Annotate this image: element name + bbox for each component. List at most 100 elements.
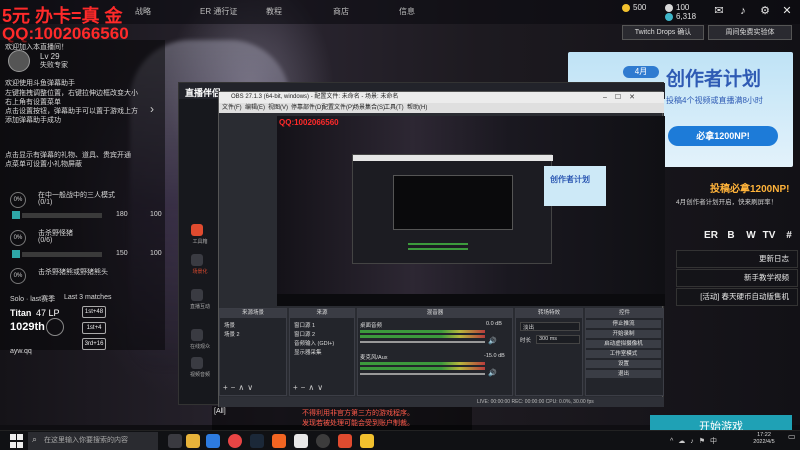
obs-icon[interactable] [316, 434, 330, 448]
obs-titlebar: OBS 27.1.3 (64-bit, windows) - 配置文件: 未命名… [219, 92, 664, 103]
helper-side-item[interactable]: 在线观众 [183, 343, 217, 350]
reward-row: 180 100 [12, 211, 162, 220]
task-row: 0% 击杀野怪猪 (0/6) [10, 226, 160, 250]
tutorial-video-button[interactable]: 新手教学视频 [676, 269, 798, 287]
scene-icon[interactable] [191, 254, 203, 266]
menu-help[interactable]: 帮助(H) [407, 103, 427, 113]
helper-side-item[interactable]: 视频音频 [183, 371, 217, 378]
promo-subtitle: 投稿4个视频或直播满8小时 [666, 96, 763, 105]
game-icon[interactable] [360, 434, 374, 448]
audience-icon[interactable] [191, 329, 203, 341]
system-tray-icons[interactable]: ^☁♪⚑中 [670, 436, 722, 446]
source-item[interactable]: 窗口源 1 [294, 321, 315, 329]
avatar[interactable] [8, 50, 30, 72]
rank-matches-label: Last 3 matches [64, 294, 112, 301]
edge-icon[interactable] [206, 434, 220, 448]
scene-tool-buttons[interactable]: +−∧∨ [223, 383, 256, 392]
menu-view[interactable]: 视图(V) [268, 103, 288, 113]
chat-line-1: 不得利用非官方第三方的游戏程序。 [302, 410, 414, 417]
match-result-1[interactable]: 1st+48 [82, 306, 106, 318]
source-item[interactable]: 显示器采集 [294, 348, 322, 356]
nested-meter [408, 243, 468, 245]
menu-profile[interactable]: 配置文件(P) [322, 103, 354, 113]
bilibili-icon[interactable]: B [723, 230, 739, 244]
toolbox-icon[interactable] [191, 224, 203, 236]
scene-item[interactable]: 场景 [224, 321, 235, 329]
helper-side-item[interactable]: 工具箱 [183, 238, 217, 245]
hashtag-icon[interactable]: # [781, 230, 797, 244]
nav-pass[interactable]: ER 通行证 [200, 6, 237, 17]
bell-icon[interactable]: ♪ [736, 4, 750, 18]
reward-icon [12, 211, 20, 219]
close-icon[interactable]: ✕ [780, 4, 794, 18]
speaker-icon[interactable]: 🔊 [488, 337, 497, 345]
menu-scene-collection[interactable]: 场景集合(S) [353, 103, 385, 113]
weibo-icon[interactable]: W [743, 230, 759, 244]
gear-icon[interactable]: ⚙ [758, 4, 772, 18]
steam-icon[interactable] [250, 434, 264, 448]
helper-side-item[interactable]: 场景化 [183, 268, 217, 275]
match-result-3[interactable]: 3rd+16 [82, 338, 106, 350]
virtual-camera-button[interactable]: 启动虚拟摄像机 [586, 340, 661, 348]
nav-info[interactable]: 信息 [399, 6, 415, 17]
source-item[interactable]: 窗口源 2 [294, 330, 315, 338]
studio-mode-button[interactable]: 工作室模式 [586, 350, 661, 358]
help-line-1: 欢迎使用斗鱼弹幕助手 [5, 80, 75, 87]
duration-input[interactable]: 300 ms [536, 335, 580, 344]
gold-amount: 500 [633, 3, 647, 12]
media-icon[interactable] [191, 357, 203, 369]
windows-start-icon[interactable] [10, 434, 24, 448]
match-result-2[interactable]: 1st+4 [82, 322, 106, 334]
rank-lp: 47 LP [36, 308, 60, 318]
nav-strategy[interactable]: 战略 [135, 6, 151, 17]
interact-icon[interactable] [191, 289, 203, 301]
transition-select[interactable]: 淡出 [520, 322, 580, 331]
nav-tutorial[interactable]: 教程 [266, 6, 282, 17]
start-recording-button[interactable]: 开始录制 [586, 330, 661, 338]
app-icon[interactable] [272, 434, 286, 448]
file-explorer-icon[interactable] [186, 434, 200, 448]
nav-shop[interactable]: 商店 [333, 6, 349, 17]
menu-file[interactable]: 文件(F) [222, 103, 242, 113]
settings-button[interactable]: 设置 [586, 360, 661, 368]
reward-track [22, 252, 102, 257]
reward-cap: 100 [150, 250, 162, 257]
window-controls[interactable]: –☐✕ [603, 93, 643, 101]
menu-docks[interactable]: 停靠部件(D) [291, 103, 323, 113]
volume-slider[interactable] [360, 373, 485, 375]
helper-app-icon[interactable] [338, 434, 352, 448]
chrome-icon[interactable] [228, 434, 242, 448]
taskbar-search[interactable]: 在这里输入你要搜索的内容 [28, 432, 158, 450]
obs-window: OBS 27.1.3 (64-bit, windows) - 配置文件: 未命名… [218, 91, 665, 407]
scene-item[interactable]: 场景 2 [224, 330, 240, 338]
free-skin-button[interactable]: 周间免费实验体 [708, 25, 792, 40]
volume-slider[interactable] [360, 341, 485, 343]
twitch-drops-button[interactable]: Twitch Drops 确认 [622, 25, 704, 40]
mixer-channel-name: 麦克风/Aux [360, 355, 388, 361]
reward-icon [12, 250, 20, 258]
mail-icon[interactable]: ✉ [712, 4, 726, 18]
app-icon[interactable] [294, 434, 308, 448]
audio-meter [360, 367, 485, 370]
obs-preview[interactable]: QQ:1002066560 创作者计划 [277, 116, 665, 306]
chevron-right-icon[interactable]: › [150, 102, 162, 124]
task-view-icon[interactable] [168, 434, 182, 448]
speaker-icon[interactable]: 🔊 [488, 369, 497, 377]
event-button[interactable]: [活动] 春天硬币自动版售机 [676, 288, 798, 306]
silver-currency: 100 [665, 3, 689, 12]
task-progress: (0/6) [38, 237, 53, 244]
source-item[interactable]: 音频输入 (GDI+) [294, 339, 334, 347]
menu-edit[interactable]: 编辑(E) [245, 103, 265, 113]
task-name: 击杀野猪熊或野猪熊头 [38, 269, 108, 276]
chat-line-2: 发现若被处理可能会受到账户制裁。 [302, 420, 414, 427]
exit-button[interactable]: 退出 [586, 370, 661, 378]
tv-icon[interactable]: TV [761, 230, 777, 244]
source-tool-buttons[interactable]: +−∧∨ [293, 383, 326, 392]
er-icon[interactable]: ER [703, 230, 719, 244]
update-log-button[interactable]: 更新日志 [676, 250, 798, 268]
helper-side-item[interactable]: 直播互动 [183, 303, 217, 310]
notification-icon[interactable]: ▭ [788, 432, 796, 441]
stop-stream-button[interactable]: 停止推流 [586, 320, 661, 328]
taskbar-clock[interactable]: 17:22 2022/4/5 [748, 432, 780, 446]
menu-tools[interactable]: 工具(T) [384, 103, 404, 113]
